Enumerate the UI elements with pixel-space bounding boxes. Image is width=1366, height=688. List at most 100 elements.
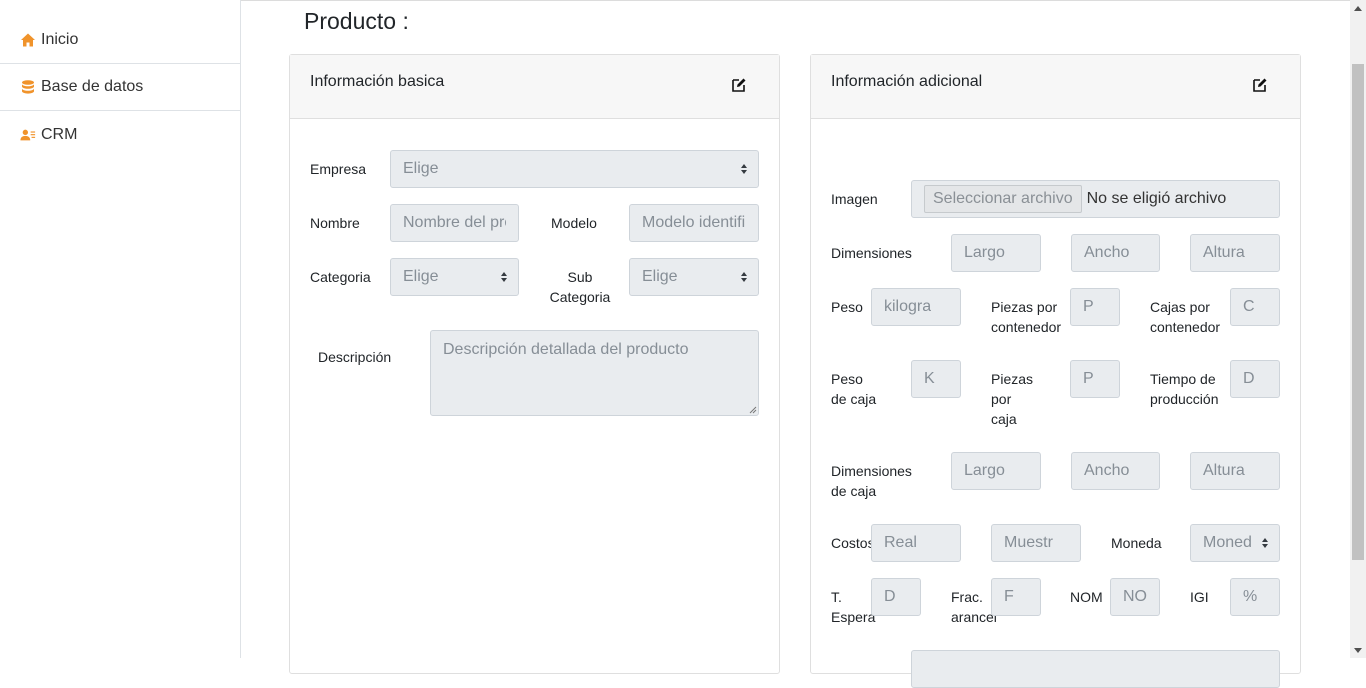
- empresa-select[interactable]: Elige: [390, 150, 759, 188]
- empresa-select-value: Elige: [403, 160, 439, 177]
- nombre-input-placeholder: Nombre del pro: [403, 214, 506, 231]
- sidebar-item-label: CRM: [41, 125, 78, 143]
- piezas-contenedor-input[interactable]: P: [1070, 288, 1120, 326]
- dim-caja-label-line1: Dimensiones: [831, 463, 912, 479]
- peso-input[interactable]: kilogra: [871, 288, 961, 326]
- tiempo-produccion-input[interactable]: D: [1230, 360, 1280, 398]
- nom-placeholder: NO: [1123, 588, 1147, 605]
- moneda-select[interactable]: Moned: [1190, 524, 1280, 562]
- users-icon: [20, 127, 36, 143]
- peso-caja-placeholder: K: [924, 370, 935, 387]
- caja-largo-input[interactable]: Largo: [951, 452, 1041, 490]
- select-arrows-icon: [741, 272, 747, 282]
- sidebar-item-label: Base de datos: [41, 78, 144, 95]
- tespera-placeholder: D: [884, 588, 896, 605]
- scrollbar-thumb[interactable]: [1352, 64, 1364, 560]
- ancho-placeholder: Ancho: [1084, 244, 1130, 261]
- card-header: Información adicional: [811, 55, 1300, 119]
- cajas-contenedor-input[interactable]: C: [1230, 288, 1280, 326]
- peso-caja-label: Peso de caja: [831, 369, 876, 409]
- select-arrows-icon: [1262, 538, 1268, 548]
- cajas-contenedor-label: Cajas por contenedor: [1150, 297, 1220, 337]
- caja-altura-input[interactable]: Altura: [1190, 452, 1280, 490]
- descripcion-textarea[interactable]: Descripción detallada del producto: [430, 330, 759, 416]
- cajas-contenedor-label-line2: contenedor: [1150, 319, 1221, 335]
- caja-altura-placeholder: Altura: [1203, 462, 1245, 479]
- tespera-label-line2: Espera: [831, 609, 876, 625]
- sidebar-item-base-de-datos[interactable]: Base de datos: [0, 64, 240, 111]
- home-icon: [20, 32, 36, 48]
- peso-caja-input[interactable]: K: [911, 360, 961, 398]
- piezas-caja-placeholder: P: [1083, 370, 1094, 387]
- select-arrows-icon: [741, 164, 747, 174]
- altura-input[interactable]: Altura: [1190, 234, 1280, 272]
- caja-ancho-input[interactable]: Ancho: [1071, 452, 1160, 490]
- costos-label: Costos: [831, 535, 875, 551]
- peso-caja-label-line2: de caja: [831, 391, 877, 407]
- igi-input[interactable]: %: [1230, 578, 1280, 616]
- modelo-label: Modelo: [551, 215, 597, 231]
- subcategoria-label-line2: Categoria: [549, 289, 611, 305]
- subcategoria-select[interactable]: Elige: [629, 258, 759, 296]
- costo-real-placeholder: Real: [884, 534, 917, 551]
- resize-grip-icon[interactable]: [747, 404, 757, 414]
- piezas-caja-input[interactable]: P: [1070, 360, 1120, 398]
- edit-icon[interactable]: [1252, 77, 1268, 93]
- peso-caja-label-line1: Peso: [831, 371, 863, 387]
- select-arrows-icon: [501, 272, 507, 282]
- ancho-input[interactable]: Ancho: [1071, 234, 1160, 272]
- sidebar-item-crm[interactable]: CRM: [0, 111, 240, 158]
- modelo-input[interactable]: Modelo identifi: [629, 204, 759, 242]
- imagen-label: Imagen: [831, 191, 878, 207]
- nom-label: NOM: [1070, 589, 1103, 605]
- database-icon: [20, 79, 36, 95]
- cajas-contenedor-label-line1: Cajas por: [1150, 299, 1210, 315]
- piezas-contenedor-label: Piezas por contenedor: [991, 297, 1061, 337]
- nom-input[interactable]: NO: [1110, 578, 1160, 616]
- card-header: Información basica: [290, 55, 779, 119]
- modelo-input-placeholder: Modelo identifi: [642, 214, 746, 231]
- sidebar-item-label: Inicio: [41, 31, 79, 48]
- costo-real-input[interactable]: Real: [871, 524, 961, 562]
- caja-ancho-placeholder: Ancho: [1084, 462, 1130, 479]
- tiempo-espera-label: T. Espera: [831, 587, 875, 627]
- categoria-select[interactable]: Elige: [390, 258, 519, 296]
- largo-input[interactable]: Largo: [951, 234, 1041, 272]
- sidebar: Inicio Base de datos CRM: [0, 0, 241, 658]
- select-file-button[interactable]: Seleccionar archivo: [924, 185, 1082, 213]
- piezas-caja-label: Piezas por caja: [991, 369, 1033, 429]
- costo-muestra-input[interactable]: Muestr: [991, 524, 1081, 562]
- file-status: No se eligió archivo: [1086, 190, 1227, 207]
- tiempo-label-line1: Tiempo de: [1150, 371, 1216, 387]
- tiempo-espera-input[interactable]: D: [871, 578, 921, 616]
- fraccion-arancelaria-input[interactable]: F: [991, 578, 1041, 616]
- igi-label: IGI: [1190, 589, 1209, 605]
- peso-placeholder: kilogra: [884, 298, 932, 315]
- tiempo-placeholder: D: [1243, 370, 1255, 387]
- dimensiones-label: Dimensiones: [831, 245, 912, 261]
- scroll-up-icon[interactable]: [1350, 0, 1366, 16]
- piezas-caja-label-line3: caja: [991, 411, 1017, 427]
- dim-caja-label-line2: de caja: [831, 483, 877, 499]
- moneda-select-value: Moned: [1203, 534, 1252, 551]
- edit-icon[interactable]: [731, 77, 747, 93]
- peso-label: Peso: [831, 299, 863, 315]
- categoria-label: Categoria: [310, 269, 371, 285]
- tiempo-produccion-label: Tiempo de producción: [1150, 369, 1219, 409]
- sidebar-item-inicio[interactable]: Inicio: [0, 17, 240, 64]
- costo-muestra-placeholder: Muestr: [1004, 534, 1053, 551]
- card-title: Información adicional: [831, 73, 983, 90]
- descripcion-placeholder: Descripción detallada del producto: [443, 341, 689, 358]
- frac-placeholder: F: [1004, 588, 1014, 605]
- subcategoria-select-value: Elige: [642, 268, 678, 285]
- scroll-down-icon[interactable]: [1350, 642, 1366, 658]
- basic-info-card: Información basica Empresa Elige Nombre …: [289, 54, 780, 674]
- next-field-input[interactable]: [911, 650, 1280, 688]
- empresa-label: Empresa: [310, 161, 367, 177]
- imagen-file-input[interactable]: Seleccionar archivo No se eligió archivo: [911, 180, 1280, 218]
- nombre-input[interactable]: Nombre del pro: [390, 204, 519, 242]
- cajas-contenedor-placeholder: C: [1243, 298, 1255, 315]
- vertical-scrollbar[interactable]: [1350, 0, 1366, 658]
- dimensiones-caja-label: Dimensiones de caja: [831, 461, 912, 501]
- piezas-contenedor-placeholder: P: [1083, 298, 1094, 315]
